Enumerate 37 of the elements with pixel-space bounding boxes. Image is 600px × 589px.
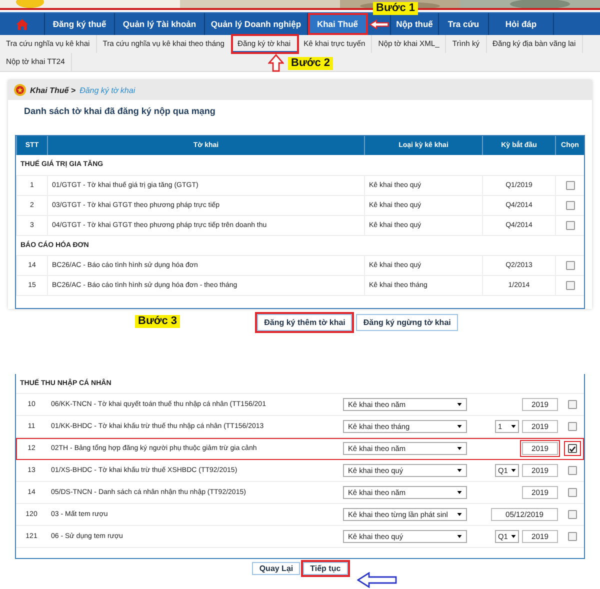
checkbox[interactable] bbox=[566, 220, 574, 230]
checkbox[interactable] bbox=[566, 280, 574, 290]
section-title: Danh sách tờ khai đã đăng ký nộp qua mạng bbox=[23, 105, 216, 118]
caret-icon bbox=[457, 447, 462, 450]
caret-icon bbox=[457, 403, 462, 406]
step-label: Bước 3 bbox=[135, 315, 180, 328]
home-icon bbox=[16, 18, 28, 30]
caret-icon bbox=[511, 425, 516, 428]
arrow-icon bbox=[357, 572, 397, 588]
caret-icon bbox=[511, 469, 516, 472]
checkbox[interactable] bbox=[568, 466, 576, 475]
arrow-icon bbox=[268, 54, 284, 72]
emblem-icon bbox=[14, 84, 26, 96]
caret-icon bbox=[457, 513, 462, 516]
checkbox[interactable] bbox=[568, 400, 576, 409]
caret-icon bbox=[457, 469, 462, 472]
caret-icon bbox=[457, 491, 462, 494]
form-button[interactable]: Đăng ký ngừng tờ khai bbox=[356, 314, 458, 330]
caret-icon bbox=[457, 425, 462, 428]
checkbox[interactable] bbox=[568, 488, 576, 497]
checkbox[interactable] bbox=[568, 532, 576, 541]
caret-icon bbox=[457, 535, 462, 538]
step-label: Bước 2 bbox=[288, 57, 334, 70]
checkbox[interactable] bbox=[568, 422, 576, 431]
arrow-icon bbox=[369, 18, 389, 30]
checkbox[interactable] bbox=[566, 260, 574, 270]
breadcrumb-parent[interactable]: Khai Thuế > bbox=[30, 86, 76, 94]
form-button[interactable]: Đăng ký thêm tờ khai bbox=[257, 314, 352, 330]
form-button[interactable]: Quay Lại bbox=[252, 562, 300, 575]
form-button[interactable]: Tiếp tục bbox=[303, 562, 348, 575]
nav-tab[interactable]: Khai Thuế bbox=[308, 13, 368, 35]
checkbox[interactable] bbox=[568, 444, 576, 453]
step-label: Bước 1 bbox=[373, 2, 418, 15]
caret-icon bbox=[511, 535, 516, 538]
checkbox[interactable] bbox=[566, 200, 574, 210]
checkbox[interactable] bbox=[568, 510, 576, 519]
checkbox[interactable] bbox=[566, 180, 574, 190]
